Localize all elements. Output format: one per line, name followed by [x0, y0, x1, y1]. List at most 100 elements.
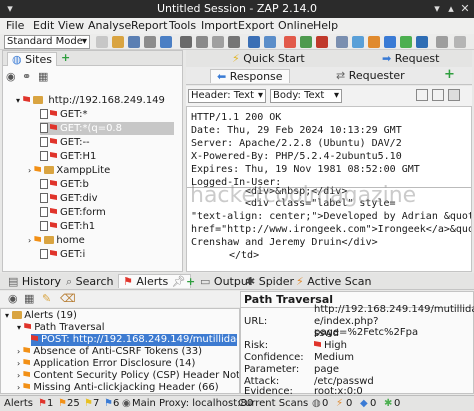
- snapshot-icon[interactable]: [144, 36, 156, 48]
- tab-history[interactable]: ▤ History: [8, 275, 61, 288]
- save-session-icon[interactable]: [128, 36, 140, 48]
- tree-item-label: GET:h1: [60, 221, 96, 232]
- spider-icon: ✱: [384, 398, 393, 409]
- layout-4-icon[interactable]: [228, 36, 240, 48]
- flag-icon: ⚑: [123, 275, 133, 288]
- scan-count: 0: [394, 398, 401, 409]
- edit-icon[interactable]: ✎: [42, 292, 51, 305]
- more-icon[interactable]: [454, 36, 466, 48]
- layout-2-icon[interactable]: [196, 36, 208, 48]
- tree-item[interactable]: GET:h1: [40, 220, 95, 233]
- tree-folder[interactable]: › home: [28, 234, 85, 247]
- toolbar: Standard Mode ▾: [0, 34, 474, 50]
- menu-import[interactable]: Import: [201, 19, 238, 32]
- help-icon[interactable]: [436, 36, 448, 48]
- tab-request[interactable]: ➡ Request: [382, 52, 439, 65]
- layout-3-icon[interactable]: [212, 36, 224, 48]
- layout-icon[interactable]: [180, 36, 192, 48]
- split-view-icon[interactable]: [416, 89, 428, 101]
- target-icon[interactable]: ◉: [8, 292, 18, 305]
- menu-tools[interactable]: Tools: [169, 19, 196, 32]
- tree-item[interactable]: GET:i: [40, 248, 85, 261]
- chevron-right-icon: ›: [28, 236, 32, 245]
- flag-icon: [50, 250, 57, 256]
- open-session-icon[interactable]: [112, 36, 124, 48]
- menu-export[interactable]: Export: [238, 19, 274, 32]
- tree-item[interactable]: GET:--: [40, 136, 90, 149]
- menu-help[interactable]: Help: [313, 19, 338, 32]
- tab-search[interactable]: ⌕ Search: [66, 275, 113, 289]
- pin-tabs-icon[interactable]: [264, 36, 276, 48]
- status-high-count: 1: [47, 398, 54, 409]
- tree-root-label: http://192.168.249.149: [48, 95, 165, 106]
- link-icon[interactable]: ⚭: [22, 70, 31, 83]
- tree-item-selected[interactable]: GET:*(q=0.8: [40, 122, 174, 135]
- tab-requester[interactable]: ⇄ Requester: [336, 69, 405, 82]
- alert-group[interactable]: › Missing Anti-clickjacking Header (66): [17, 382, 219, 393]
- tabs-view-icon[interactable]: [448, 89, 460, 101]
- tab-active-scan[interactable]: ⚡ Active Scan: [296, 275, 372, 288]
- step-icon[interactable]: [300, 36, 312, 48]
- filter-icon[interactable]: ▦: [24, 292, 34, 305]
- break-icon[interactable]: [284, 36, 296, 48]
- alert-group[interactable]: › Absence of Anti-CSRF Tokens (33): [17, 346, 202, 358]
- alert-group[interactable]: › Content Security Policy (CSP) Header N…: [17, 370, 239, 382]
- chrome-icon[interactable]: [384, 36, 396, 48]
- alert-group-label: Path Traversal: [34, 322, 105, 333]
- body-view-select[interactable]: Body: Text ▾: [270, 89, 342, 103]
- tab-alerts[interactable]: ⚑ Alerts 📌︎: [118, 274, 191, 288]
- menu-file[interactable]: File: [6, 19, 24, 32]
- tree-item[interactable]: GET:*: [40, 108, 87, 121]
- add-tab-icon[interactable]: +: [61, 51, 70, 64]
- maximize-icon[interactable]: ▴: [444, 2, 458, 16]
- tab-sites[interactable]: ◍ Sites: [7, 52, 57, 66]
- tab-output[interactable]: ▭ Output: [200, 275, 252, 288]
- new-session-icon[interactable]: [96, 36, 108, 48]
- menu-report[interactable]: Report: [131, 19, 167, 32]
- broom-icon[interactable]: ⌫: [60, 292, 76, 305]
- mode-select[interactable]: Standard Mode ▾: [4, 35, 90, 49]
- browser-icon[interactable]: [352, 36, 364, 48]
- alert-group[interactable]: ▾ Path Traversal: [17, 322, 105, 334]
- tab-spider[interactable]: ✱ Spider: [246, 275, 294, 288]
- hud-icon[interactable]: [400, 36, 412, 48]
- pin-icon[interactable]: 📌︎: [172, 275, 186, 288]
- show-tabs-icon[interactable]: [248, 36, 260, 48]
- tab-alerts-label: Alerts: [136, 275, 169, 288]
- menu-online[interactable]: Online: [278, 19, 313, 32]
- minimize-icon[interactable]: ▾: [430, 2, 444, 16]
- filter-icon[interactable]: ▦: [38, 70, 48, 83]
- header-view-select[interactable]: Header: Text ▾: [188, 89, 266, 103]
- tree-item[interactable]: GET:div: [40, 192, 98, 205]
- add-tab-icon[interactable]: +: [186, 275, 195, 288]
- response-header-line: Server: Apache/2.2.8 (Ubuntu) DAV/2: [191, 138, 402, 149]
- tab-quick-start[interactable]: ⚡ Quick Start: [232, 52, 305, 65]
- file-icon: [40, 207, 48, 217]
- response-tabstrip: ⬅ Response ⇄ Requester +: [186, 67, 472, 85]
- close-icon[interactable]: ✕: [458, 2, 472, 16]
- tab-response[interactable]: ⬅ Response: [210, 69, 290, 83]
- alerts-root[interactable]: ▾ Alerts (19): [5, 310, 77, 322]
- alert-instance-selected[interactable]: POST: http://192.168.249.149/mutillidae/: [31, 334, 237, 346]
- firefox-icon[interactable]: [368, 36, 380, 48]
- menu-view[interactable]: View: [58, 19, 84, 32]
- menu-edit[interactable]: Edit: [33, 19, 54, 32]
- tree-root[interactable]: ▾ http://192.168.249.149: [16, 94, 165, 107]
- tree-item[interactable]: GET:form: [40, 206, 106, 219]
- target-icon[interactable]: ◉: [6, 70, 16, 83]
- tree-folder[interactable]: › XamppLite: [28, 164, 110, 177]
- risk-value-text: High: [324, 340, 347, 351]
- stop-icon[interactable]: [316, 36, 328, 48]
- folder-icon: [12, 311, 23, 319]
- tree-item[interactable]: GET:b: [40, 178, 89, 191]
- side-by-side-icon[interactable]: [432, 89, 444, 101]
- menu-analyse[interactable]: Analyse: [88, 19, 131, 32]
- options-icon[interactable]: [160, 36, 172, 48]
- tree-item[interactable]: GET:H1: [40, 150, 96, 163]
- scan-policy-icon[interactable]: [336, 36, 348, 48]
- marketplace-icon[interactable]: [416, 36, 428, 48]
- alert-group[interactable]: › Application Error Disclosure (14): [17, 358, 195, 370]
- add-tab-icon[interactable]: +: [444, 67, 455, 82]
- spider-icon: ✱: [246, 275, 256, 288]
- file-icon: [40, 109, 48, 119]
